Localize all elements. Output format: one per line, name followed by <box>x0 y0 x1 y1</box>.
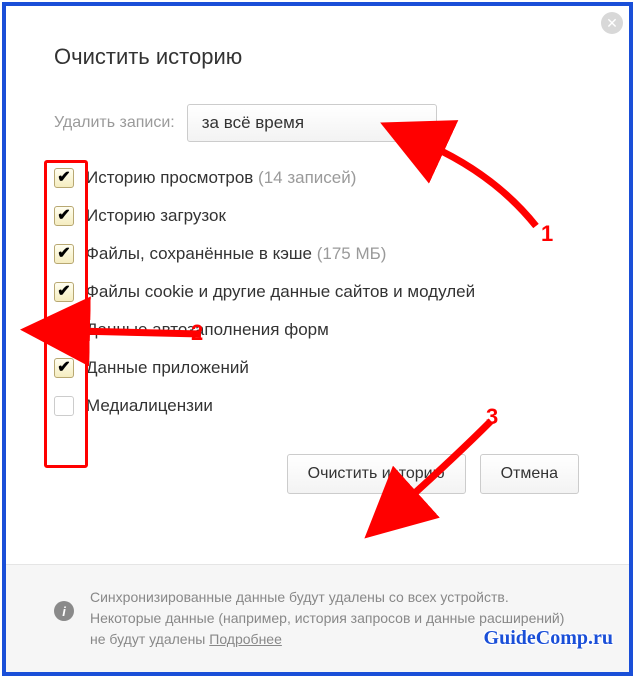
footer-learn-more-link[interactable]: Подробнее <box>209 631 282 647</box>
checkbox-label: Историю загрузок <box>86 206 226 226</box>
time-range-label: Удалить записи: <box>54 114 175 132</box>
watermark: GuideComp.ru <box>484 627 613 650</box>
checkbox-row-autofill: Данные автозаполнения форм <box>54 320 581 340</box>
checkbox-row-app-data: ✔ Данные приложений <box>54 358 581 378</box>
close-button[interactable]: ✕ <box>601 12 623 34</box>
time-range-value: за всё время <box>202 113 304 133</box>
checkbox-row-cookies: ✔ Файлы cookie и другие данные сайтов и … <box>54 282 581 302</box>
chevron-down-icon: ⌄ <box>412 116 422 130</box>
checkbox-label: Историю просмотров (14 записей) <box>86 168 356 188</box>
clear-history-button[interactable]: Очистить историю <box>287 454 466 494</box>
checkbox-label: Файлы, сохранённые в кэше (175 МБ) <box>86 244 386 264</box>
close-icon: ✕ <box>606 15 618 32</box>
checkbox-list: ✔ Историю просмотров (14 записей) ✔ Исто… <box>54 168 581 416</box>
checkbox-download-history[interactable]: ✔ <box>54 206 74 226</box>
checkbox-cookies[interactable]: ✔ <box>54 282 74 302</box>
checkbox-label: Данные автозаполнения форм <box>86 320 329 340</box>
annotation-number-3: 3 <box>486 404 498 430</box>
cancel-button[interactable]: Отмена <box>480 454 579 494</box>
checkbox-browsing-history[interactable]: ✔ <box>54 168 74 188</box>
checkbox-media-licenses[interactable] <box>54 396 74 416</box>
time-range-select[interactable]: за всё время ⌄ <box>187 104 437 142</box>
checkbox-label: Файлы cookie и другие данные сайтов и мо… <box>86 282 475 302</box>
annotation-number-1: 1 <box>541 221 553 247</box>
checkbox-autofill[interactable] <box>54 320 74 340</box>
checkbox-row-media-licenses: Медиалицензии <box>54 396 581 416</box>
checkbox-row-cached-files: ✔ Файлы, сохранённые в кэше (175 МБ) <box>54 244 581 264</box>
annotation-number-2: 2 <box>191 320 203 346</box>
checkbox-cached-files[interactable]: ✔ <box>54 244 74 264</box>
checkbox-row-browsing-history: ✔ Историю просмотров (14 записей) <box>54 168 581 188</box>
checkbox-label: Данные приложений <box>86 358 249 378</box>
checkbox-row-download-history: ✔ Историю загрузок <box>54 206 581 226</box>
footer-note: i Синхронизированные данные будут удален… <box>6 564 629 672</box>
info-icon: i <box>54 601 74 621</box>
dialog-title: Очистить историю <box>54 44 581 70</box>
checkbox-app-data[interactable]: ✔ <box>54 358 74 378</box>
checkbox-label: Медиалицензии <box>86 396 213 416</box>
